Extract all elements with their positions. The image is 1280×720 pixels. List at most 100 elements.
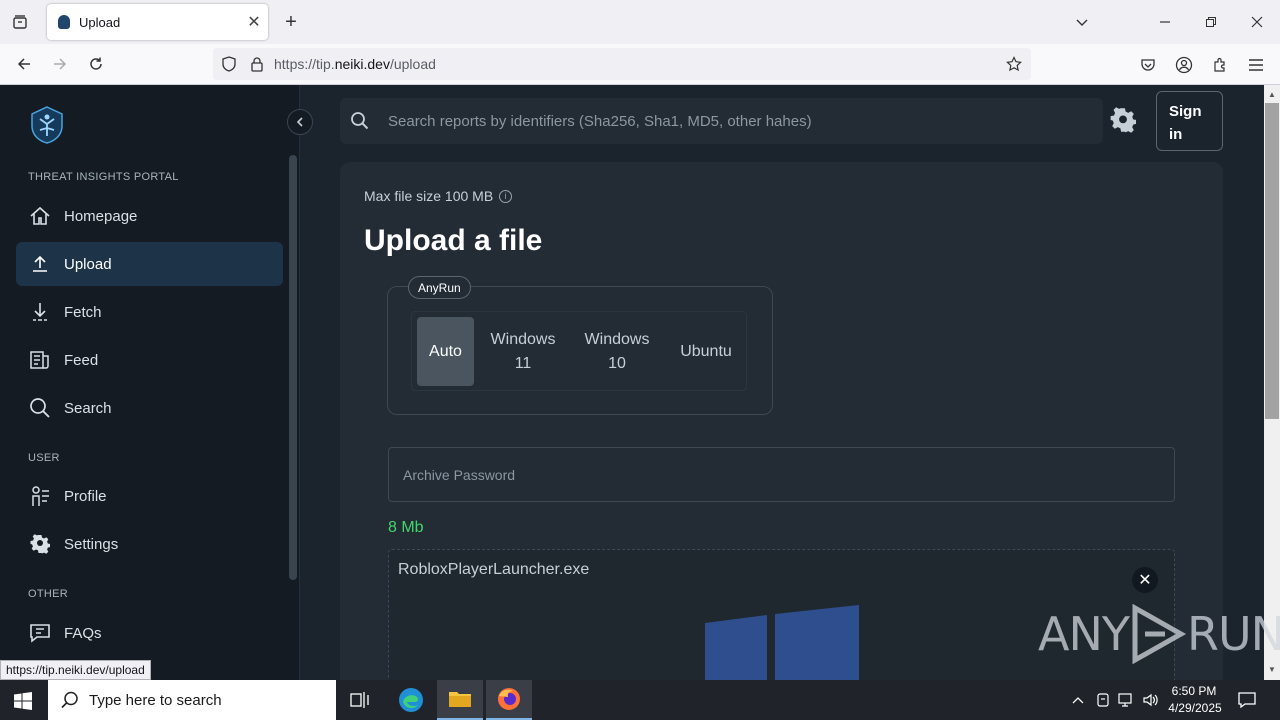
sidebar-item-label: Upload [64, 255, 112, 273]
taskbar: Type here to search 6:50 PM 4/29/2025 [0, 680, 1280, 720]
gear-icon[interactable] [1110, 107, 1137, 133]
browser-nav-bar: https://tip.neiki.dev/upload [0, 44, 1280, 85]
play-logo-icon [1132, 604, 1187, 664]
sidebar-scrollbar[interactable] [289, 155, 297, 580]
report-search-bar[interactable] [340, 98, 1103, 144]
os-option-windows-11[interactable]: Windows 11 [480, 317, 566, 386]
sign-in-label: Sign [1169, 103, 1202, 120]
archive-password-input[interactable] [389, 448, 1174, 501]
back-icon[interactable] [12, 52, 36, 76]
page-scrollbar[interactable]: ▲ ▼ [1264, 85, 1280, 680]
sidebar-item-label: FAQs [64, 624, 102, 642]
profile-icon [28, 484, 52, 508]
sign-in-button[interactable]: Sign in [1156, 91, 1223, 151]
sidebar-item-homepage[interactable]: Homepage [16, 194, 283, 238]
sidebar-item-feed[interactable]: Feed [16, 338, 283, 382]
scrollbar-thumb[interactable] [1265, 103, 1279, 419]
edge-icon[interactable] [396, 685, 426, 715]
minimize-icon[interactable] [1153, 10, 1177, 34]
max-file-size-text: Max file size 100 MB [364, 188, 494, 204]
task-view-icon[interactable] [348, 688, 372, 712]
site-favicon-icon [58, 15, 70, 29]
os-option-label: Windows [584, 330, 650, 348]
tab-list-icon[interactable] [8, 10, 32, 34]
restore-icon[interactable] [1199, 10, 1223, 34]
home-icon [28, 204, 52, 228]
section-label-user: USER [28, 452, 60, 464]
taskbar-search-text: Type here to search [89, 691, 222, 709]
extensions-icon[interactable] [1208, 53, 1232, 77]
os-option-windows-10[interactable]: Windows 10 [574, 317, 660, 386]
account-icon[interactable] [1172, 53, 1196, 77]
pocket-icon[interactable] [1136, 53, 1160, 77]
faq-icon [28, 621, 52, 645]
reload-icon[interactable] [84, 52, 108, 76]
tray-chevron-up-icon[interactable] [1068, 690, 1088, 710]
watermark-text: ANY [1038, 607, 1130, 661]
feed-icon [28, 348, 52, 372]
sidebar-item-profile[interactable]: Profile [16, 474, 283, 518]
firefox-icon[interactable] [486, 680, 532, 720]
collapse-sidebar-button[interactable] [287, 109, 313, 135]
fetch-icon [28, 300, 52, 324]
os-selector: Auto Windows 11 Windows 10 Ubuntu [411, 311, 747, 391]
os-option-ubuntu[interactable]: Ubuntu [670, 317, 742, 386]
search-icon [28, 396, 52, 420]
bookmark-star-icon[interactable] [1005, 55, 1023, 73]
browser-tab[interactable]: Upload ✕ [47, 4, 268, 40]
notification-icon[interactable] [1236, 689, 1258, 711]
sidebar-item-faqs[interactable]: FAQs [16, 611, 283, 655]
taskbar-search[interactable]: Type here to search [48, 680, 336, 720]
start-icon[interactable] [12, 690, 34, 712]
sidebar-item-search[interactable]: Search [16, 386, 283, 430]
sidebar-item-fetch[interactable]: Fetch [16, 290, 283, 334]
chevron-down-icon[interactable] [1070, 10, 1094, 34]
close-tab-icon[interactable]: ✕ [240, 12, 268, 32]
watermark-text: RUN [1186, 607, 1280, 661]
tray-device-icon[interactable] [1094, 690, 1112, 710]
os-option-auto[interactable]: Auto [417, 317, 474, 386]
search-icon [350, 111, 370, 131]
app-viewport: THREAT INSIGHTS PORTAL Homepage Upload F… [0, 85, 1264, 680]
page-title: Upload a file [364, 224, 543, 257]
scroll-up-icon[interactable]: ▲ [1268, 90, 1276, 99]
shield-icon[interactable] [221, 56, 237, 72]
sign-in-label: in [1169, 126, 1183, 143]
search-input[interactable] [388, 112, 1088, 130]
archive-password-field[interactable] [388, 447, 1175, 502]
clock-time[interactable]: 6:50 PM [1168, 684, 1220, 698]
logo-icon[interactable] [28, 105, 66, 145]
anyrun-watermark: ANY RUN [1038, 604, 1280, 664]
upload-card: Max file size 100 MB i Upload a file Any… [340, 162, 1223, 680]
os-option-label: 10 [608, 354, 626, 372]
file-explorer-icon[interactable] [437, 680, 483, 720]
section-label-portal: THREAT INSIGHTS PORTAL [28, 171, 179, 183]
lock-icon[interactable] [249, 56, 265, 72]
close-window-icon[interactable] [1245, 10, 1269, 34]
new-tab-icon[interactable]: + [279, 10, 303, 34]
os-option-label: Auto [429, 342, 462, 360]
file-name: RobloxPlayerLauncher.exe [398, 561, 590, 578]
forward-icon[interactable] [48, 52, 72, 76]
os-option-label: Windows [490, 330, 556, 348]
anyrun-label: AnyRun [408, 276, 471, 299]
file-size: 8 Mb [388, 519, 424, 536]
sidebar-item-settings[interactable]: Settings [16, 522, 283, 566]
sidebar-item-label: Settings [64, 535, 119, 553]
remove-file-button[interactable]: ✕ [1132, 567, 1158, 593]
address-bar[interactable]: https://tip.neiki.dev/upload [213, 48, 1031, 80]
url-text: https://tip.neiki.dev/upload [274, 56, 436, 72]
volume-icon[interactable] [1141, 690, 1161, 710]
info-icon[interactable]: i [499, 189, 513, 203]
sidebar-item-label: Fetch [64, 303, 102, 321]
sidebar-item-label: Search [64, 399, 112, 417]
max-file-size: Max file size 100 MB i [364, 188, 513, 204]
menu-icon[interactable] [1244, 53, 1268, 77]
upload-icon [28, 252, 52, 276]
search-icon [61, 691, 79, 709]
sidebar-item-upload[interactable]: Upload [16, 242, 283, 286]
clock-date[interactable]: 4/29/2025 [1166, 701, 1224, 715]
sidebar: THREAT INSIGHTS PORTAL Homepage Upload F… [0, 85, 300, 680]
network-icon[interactable] [1117, 690, 1137, 710]
scroll-down-icon[interactable]: ▼ [1268, 665, 1276, 674]
